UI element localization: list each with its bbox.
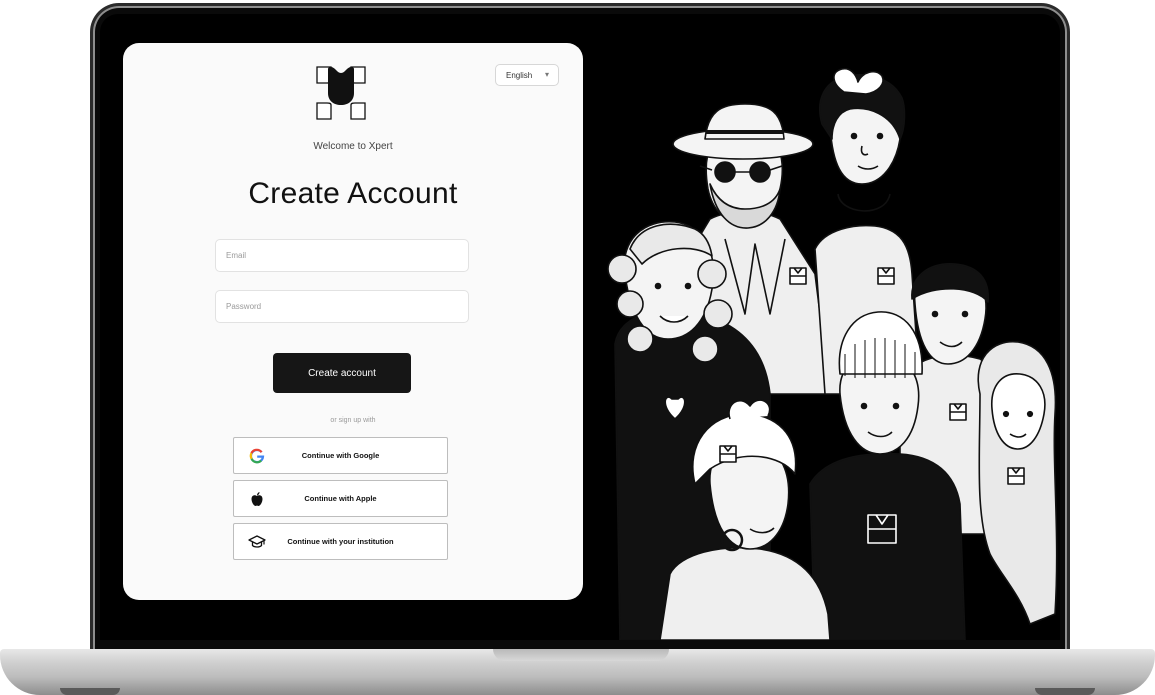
- google-button-label: Continue with Google: [301, 451, 380, 460]
- apple-button-label: Continue with Apple: [304, 494, 377, 503]
- apple-icon: [251, 492, 263, 506]
- continue-with-google-button[interactable]: Continue with Google: [233, 437, 448, 474]
- or-sign-up-with-text: or sign up with: [330, 417, 376, 424]
- chevron-down-icon: ▾: [544, 70, 549, 79]
- email-field[interactable]: [215, 239, 469, 272]
- create-account-button[interactable]: Create account: [273, 353, 411, 393]
- laptop-foot-right: [1035, 688, 1095, 695]
- language-select-value: English: [506, 70, 533, 80]
- language-select[interactable]: English ▾: [495, 64, 559, 86]
- password-field[interactable]: [215, 290, 469, 323]
- continue-with-institution-button[interactable]: Continue with your institution: [233, 523, 448, 560]
- continue-with-apple-button[interactable]: Continue with Apple: [233, 480, 448, 517]
- laptop-notch: [493, 649, 669, 661]
- people-illustration: [607, 67, 1058, 640]
- laptop-foot-left: [60, 688, 120, 695]
- page-title: Create Account: [248, 177, 458, 210]
- person-hijab-woman: [977, 340, 1058, 625]
- graduation-cap-icon: [248, 535, 266, 548]
- google-icon: [249, 448, 265, 464]
- institution-button-label: Continue with your institution: [287, 537, 394, 546]
- signup-card: English ▾ Welcome to Xpert Create Accoun…: [123, 43, 583, 600]
- welcome-text: Welcome to Xpert: [313, 141, 393, 152]
- xpert-logo-icon: [316, 66, 366, 120]
